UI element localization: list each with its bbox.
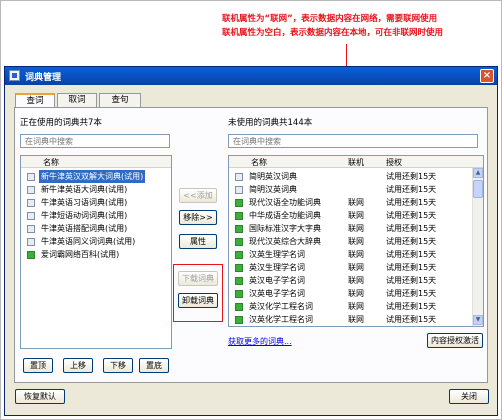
- right-search-input[interactable]: [228, 134, 478, 148]
- table-row[interactable]: 国际标准汉字大字典 联网 试用还剩15天: [229, 222, 472, 235]
- book-icon: [27, 238, 35, 246]
- properties-button[interactable]: 属性: [179, 234, 217, 249]
- online-book-icon: [235, 225, 243, 233]
- active-dict-list[interactable]: 名称 新牛津英汉双解大词典(试用) 新牛津英语大词典(试用) 牛津英语习语词典(…: [20, 155, 172, 349]
- online-book-icon: [235, 264, 243, 272]
- left-column-name: 名称: [43, 158, 59, 167]
- uninstall-dict-button[interactable]: 卸载词典: [178, 293, 218, 308]
- book-icon: [27, 173, 35, 181]
- table-row[interactable]: 简明英汉词典 试用还剩15天: [229, 170, 472, 183]
- app-icon: [9, 70, 20, 81]
- close-icon[interactable]: ×: [480, 69, 494, 83]
- annotation-line-1: 联机属性为“联网”，表示数据内容在网络，需要联网使用: [222, 14, 438, 24]
- move-top-button[interactable]: 置顶: [23, 358, 53, 373]
- online-book-icon: [235, 316, 243, 324]
- book-icon: [27, 186, 35, 194]
- online-book-icon: [235, 212, 243, 220]
- right-table-header: 名称 联机 授权: [229, 156, 483, 168]
- list-item[interactable]: 新牛津英语大词典(试用): [21, 183, 171, 196]
- download-dict-button[interactable]: 下载词典: [178, 271, 218, 286]
- get-more-dicts-link[interactable]: 获取更多的词典...: [228, 336, 292, 347]
- online-book-icon: [235, 277, 243, 285]
- add-button[interactable]: <<添加: [179, 188, 217, 203]
- window-title: 词典管理: [25, 73, 62, 83]
- list-item[interactable]: 爱词霸网络百科(试用): [21, 248, 171, 261]
- title-bar[interactable]: 词典管理 ×: [5, 67, 497, 85]
- table-row[interactable]: 现代汉英综合大辞典 联网 试用还剩15天: [229, 235, 472, 248]
- remove-button[interactable]: 移除>>: [179, 210, 217, 225]
- table-row[interactable]: 现代汉语全功能词典 联网 试用还剩15天: [229, 196, 472, 209]
- annotation-callout: 联机属性为“联网”，表示数据内容在网络，需要联网使用 联机属性为空白，表示数据内…: [222, 12, 500, 40]
- tab-lookup-sentence[interactable]: 查句: [99, 93, 141, 107]
- list-item[interactable]: 牛津英语习语词典(试用): [21, 196, 171, 209]
- online-book-icon: [235, 199, 243, 207]
- table-row[interactable]: 汉英生理学名词 联网 试用还剩15天: [229, 248, 472, 261]
- table-row[interactable]: 英汉生理学名词 联网 试用还剩15天: [229, 261, 472, 274]
- tab-capture-word[interactable]: 取词: [57, 93, 97, 107]
- table-row[interactable]: 简明汉英词典 试用还剩15天: [229, 183, 472, 196]
- scroll-thumb[interactable]: [473, 180, 483, 198]
- online-book-icon: [235, 251, 243, 259]
- move-up-button[interactable]: 上移: [63, 358, 93, 373]
- online-book-icon: [235, 303, 243, 311]
- table-row[interactable]: 汉英化学工程名词 联网 试用还剩15天: [229, 313, 472, 326]
- column-license: 授权: [386, 158, 402, 167]
- table-row[interactable]: 英汉电子学名词 联网 试用还剩15天: [229, 274, 472, 287]
- unused-dict-table[interactable]: 名称 联机 授权 简明英汉词典 试用还剩15天 简明汉英词典 试用还剩15天 现…: [228, 155, 484, 327]
- scroll-up-icon[interactable]: ▲: [473, 168, 483, 178]
- table-scrollbar[interactable]: ▲ ▼: [472, 168, 483, 326]
- table-row[interactable]: 中华成语全功能词典 联网 试用还剩15天: [229, 209, 472, 222]
- table-row[interactable]: 汉英电子学名词 联网 试用还剩15天: [229, 287, 472, 300]
- column-online: 联机: [348, 158, 364, 167]
- book-icon: [235, 173, 243, 181]
- list-item[interactable]: 牛津短语动词词典(试用): [21, 209, 171, 222]
- left-search-input[interactable]: [20, 134, 170, 148]
- book-icon: [235, 186, 243, 194]
- list-item[interactable]: 牛津英语同义词词典(试用): [21, 235, 171, 248]
- list-item[interactable]: 牛津英语搭配词典(试用): [21, 222, 171, 235]
- column-name: 名称: [251, 158, 267, 167]
- online-book-icon: [235, 238, 243, 246]
- unused-dict-heading: 未使用的词典共144本: [228, 118, 313, 128]
- book-icon: [27, 212, 35, 220]
- dictionary-manager-window: 词典管理 × 查词 取词 查句 正在使用的词典共7本 名称 新牛津英汉双解大词典…: [4, 66, 498, 416]
- scroll-down-icon[interactable]: ▼: [473, 315, 483, 325]
- move-bottom-button[interactable]: 置底: [139, 358, 169, 373]
- book-icon: [27, 199, 35, 207]
- license-activate-button[interactable]: 内容授权激活: [427, 333, 483, 348]
- online-book-icon: [235, 290, 243, 298]
- tab-panel: 正在使用的词典共7本 名称 新牛津英汉双解大词典(试用) 新牛津英语大词典(试用…: [14, 107, 488, 383]
- list-item[interactable]: 新牛津英汉双解大词典(试用): [21, 170, 171, 183]
- annotation-line-2: 联机属性为空白，表示数据内容在本地，可在非联网时使用: [222, 28, 444, 38]
- active-dict-heading: 正在使用的词典共7本: [20, 118, 102, 128]
- restore-default-button[interactable]: 恢复默认: [15, 389, 65, 404]
- online-book-icon: [27, 251, 35, 259]
- move-down-button[interactable]: 下移: [103, 358, 133, 373]
- book-icon: [27, 225, 35, 233]
- tab-lookup-word[interactable]: 查词: [15, 93, 55, 108]
- table-row[interactable]: 英汉化学工程名词 联网 试用还剩15天: [229, 300, 472, 313]
- close-button[interactable]: 关闭: [449, 389, 489, 404]
- left-list-header: 名称: [21, 156, 171, 168]
